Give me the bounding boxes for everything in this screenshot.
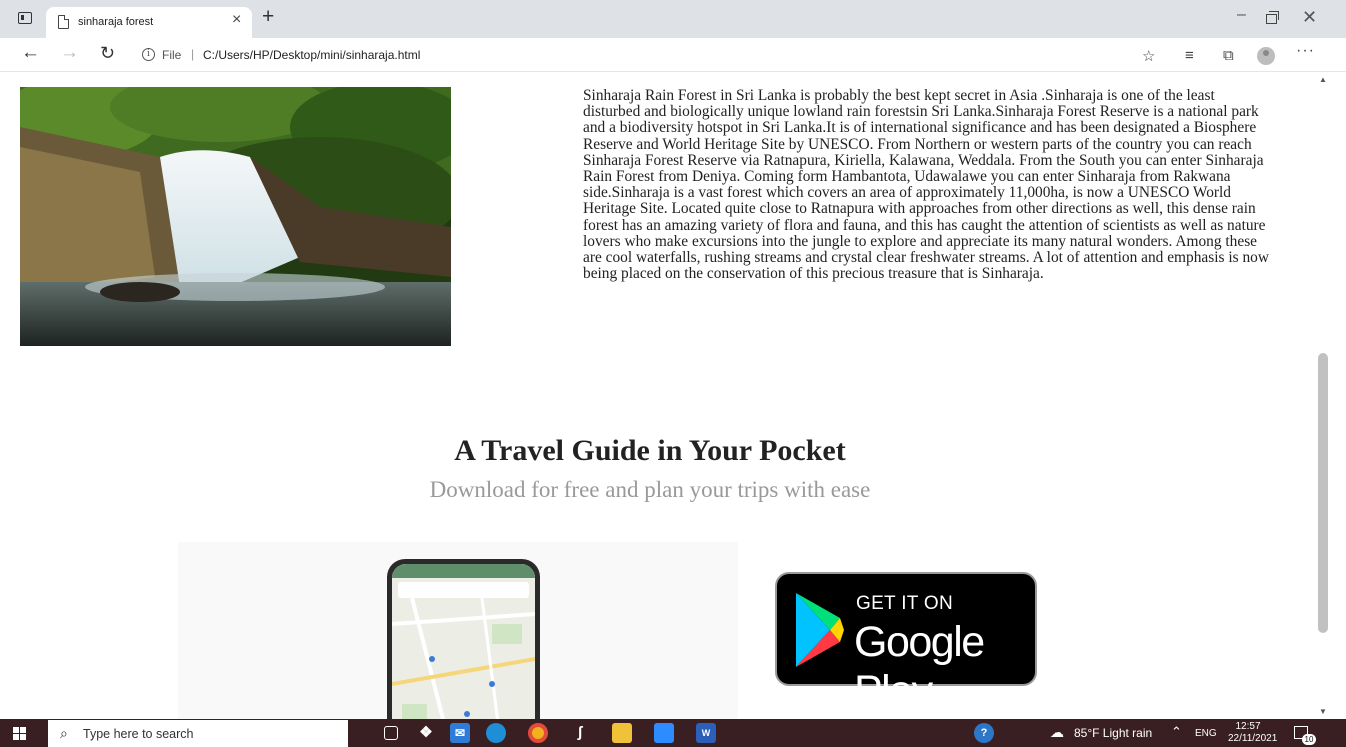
page-viewport: Sinharaja Rain Forest in Sri Lanka is pr…	[0, 72, 1316, 719]
google-play-icon	[796, 593, 844, 667]
weather-icon[interactable]: ☁	[1050, 724, 1064, 741]
tab-close-icon[interactable]: ×	[232, 11, 241, 29]
phone-mockup	[387, 559, 540, 719]
waterfall-photo	[20, 87, 451, 346]
more-icon[interactable]: ···	[1296, 42, 1315, 60]
clock-time: 12:57	[1235, 721, 1261, 732]
forward-icon[interactable]: →	[60, 42, 79, 64]
collections-icon[interactable]: ⧉	[1223, 47, 1234, 64]
scroll-up-icon[interactable]: ▲	[1319, 75, 1327, 84]
app-icon[interactable]: ʃ	[570, 723, 590, 743]
add-favorite-icon[interactable]: ☆	[1142, 47, 1155, 65]
taskbar-search[interactable]: ⌕ Type here to search	[48, 720, 348, 747]
tab-actions-icon[interactable]	[18, 12, 32, 24]
browser-tab[interactable]: sinharaja forest ×	[46, 7, 252, 38]
security-label: File	[162, 48, 182, 62]
windows-start-icon[interactable]	[13, 727, 26, 740]
help-icon[interactable]: ?	[974, 723, 994, 743]
search-icon: ⌕	[60, 725, 68, 741]
minimize-button[interactable]: –	[1237, 6, 1246, 24]
restore-button[interactable]	[1266, 11, 1279, 24]
mail-icon[interactable]: ✉	[450, 723, 470, 743]
browser-toolbar: ← → ↻ i File | C:/Users/HP/Desktop/mini/…	[0, 38, 1346, 72]
forest-description: Sinharaja Rain Forest in Sri Lanka is pr…	[583, 87, 1269, 283]
close-window-button[interactable]: ✕	[1302, 7, 1317, 28]
reload-icon[interactable]: ↻	[100, 43, 115, 64]
file-explorer-icon[interactable]	[612, 723, 632, 743]
edge-icon[interactable]	[486, 723, 506, 743]
clock[interactable]: 12:57 22/11/2021	[1228, 721, 1278, 745]
promo-title: A Travel Guide in Your Pocket	[454, 434, 846, 467]
profile-icon[interactable]	[1257, 47, 1275, 65]
tab-title: sinharaja forest	[78, 16, 154, 28]
google-play-small-text: GET IT ON	[856, 593, 954, 614]
chevron-up-icon[interactable]: ⌃	[1171, 724, 1182, 740]
app-preview-panel	[178, 542, 738, 719]
promo-subtitle: Download for free and plan your trips wi…	[429, 477, 871, 502]
new-tab-button[interactable]: +	[262, 5, 274, 29]
dropbox-icon[interactable]: ❖	[416, 723, 436, 743]
browser-tab-strip: sinharaja forest × + – ✕	[0, 0, 1346, 38]
address-separator: |	[191, 47, 195, 61]
clock-date: 22/11/2021	[1228, 733, 1278, 744]
scroll-down-icon[interactable]: ▼	[1319, 707, 1327, 716]
taskbar: ⌕ Type here to search ❖ ✉ ʃ W ? ☁ 85°F L…	[0, 719, 1346, 747]
page-icon	[58, 15, 69, 29]
language-indicator[interactable]: ENG	[1195, 728, 1217, 739]
vertical-scrollbar[interactable]: ▲ ▼	[1316, 72, 1330, 719]
back-icon[interactable]: ←	[21, 42, 40, 64]
search-placeholder: Type here to search	[83, 727, 194, 741]
zoom-icon[interactable]	[654, 723, 674, 743]
task-view-icon[interactable]	[384, 726, 398, 740]
notification-badge: 10	[1302, 734, 1316, 745]
info-icon[interactable]: i	[142, 48, 155, 61]
scroll-thumb[interactable]	[1318, 353, 1328, 633]
weather-text[interactable]: 85°F Light rain	[1074, 726, 1152, 740]
url-text[interactable]: C:/Users/HP/Desktop/mini/sinharaja.html	[203, 48, 420, 62]
google-play-big-text: Google Play	[854, 618, 985, 715]
chrome-icon[interactable]	[528, 723, 548, 743]
address-bar[interactable]: i File | C:/Users/HP/Desktop/mini/sinhar…	[128, 42, 1178, 68]
google-play-badge[interactable]: GET IT ON Google Play	[775, 572, 1037, 715]
word-icon[interactable]: W	[696, 723, 716, 743]
favorites-icon[interactable]: ≡	[1185, 47, 1194, 64]
map-screen	[392, 564, 535, 719]
